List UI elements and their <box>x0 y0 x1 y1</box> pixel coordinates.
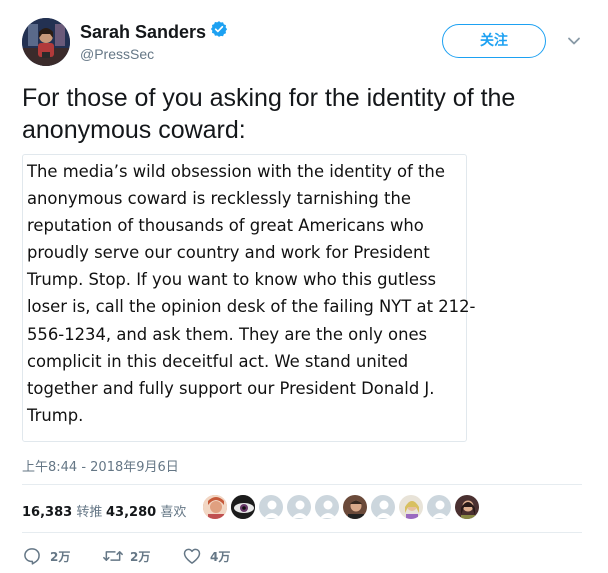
tweet-actions: 2万 2万 4万 <box>22 545 322 567</box>
avatar[interactable] <box>22 18 70 66</box>
tweet-text-line: anonymous coward: <box>22 116 246 144</box>
display-name[interactable]: Sarah Sanders <box>80 21 206 43</box>
liker-avatar[interactable] <box>202 494 228 520</box>
like-count: 4万 <box>210 550 231 564</box>
divider <box>22 532 582 533</box>
timestamp[interactable]: 上午8:44 - 2018年9月6日 <box>22 456 179 475</box>
statement-line: anonymous coward is recklessly tarnishin… <box>27 189 411 209</box>
follow-button[interactable]: 关注 <box>442 24 546 58</box>
retweet-icon <box>103 551 123 561</box>
retweet-count: 2万 <box>130 550 151 564</box>
liker-avatar[interactable] <box>342 494 368 520</box>
engagement-stats: 16,383 转推 43,280 喜欢 <box>22 494 582 524</box>
liker-avatar[interactable] <box>258 494 284 520</box>
liker-avatar[interactable] <box>370 494 396 520</box>
reply-count: 2万 <box>50 550 71 564</box>
statement-line: complicit in this deceitful act. We stan… <box>27 351 409 371</box>
statement-line: proudly serve our country and work for P… <box>27 243 430 263</box>
user-handle[interactable]: @PressSec <box>80 45 228 63</box>
liker-avatar[interactable] <box>454 494 480 520</box>
statement-line: 556-1234, and ask them. They are the onl… <box>27 324 428 344</box>
statement-line: Trump. Stop. If you want to know who thi… <box>27 270 437 290</box>
user-names: Sarah Sanders @PressSec <box>80 20 228 63</box>
statement-text: The media’s wild obsession with the iden… <box>27 158 476 429</box>
liker-avatar[interactable] <box>398 494 424 520</box>
statement-line: together and fully support our President… <box>27 378 435 398</box>
tweet-text: For those of you asking for the identity… <box>22 82 592 146</box>
statement-line: The media’s wild obsession with the iden… <box>27 162 445 181</box>
liker-avatar[interactable] <box>230 494 256 520</box>
retweets-label: 转推 <box>76 505 103 520</box>
statement-line: reputation of thousands of great America… <box>27 216 424 236</box>
statement-line: loser is, call the opinion desk of the f… <box>27 297 476 317</box>
liker-avatar[interactable] <box>314 494 340 520</box>
likes-stat[interactable]: 43,280 喜欢 <box>106 501 186 520</box>
divider <box>22 484 582 485</box>
verified-badge-icon <box>210 20 228 43</box>
retweets-stat[interactable]: 16,383 转推 <box>22 501 102 520</box>
liker-avatar[interactable] <box>286 494 312 520</box>
retweets-count: 16,383 <box>22 505 73 520</box>
statement-line: Trump. <box>27 405 84 425</box>
liker-avatar[interactable] <box>426 494 452 520</box>
statement-image[interactable]: The media’s wild obsession with the iden… <box>22 154 476 442</box>
tweet-text-line: For those of you asking for the identity… <box>22 84 516 112</box>
heart-icon <box>183 548 201 564</box>
likes-label: 喜欢 <box>160 505 187 520</box>
likes-count: 43,280 <box>106 505 157 520</box>
tweet-header: Sarah Sanders @PressSec 关注 <box>22 18 592 66</box>
reply-icon <box>24 548 40 565</box>
chevron-down-icon[interactable] <box>567 34 581 53</box>
